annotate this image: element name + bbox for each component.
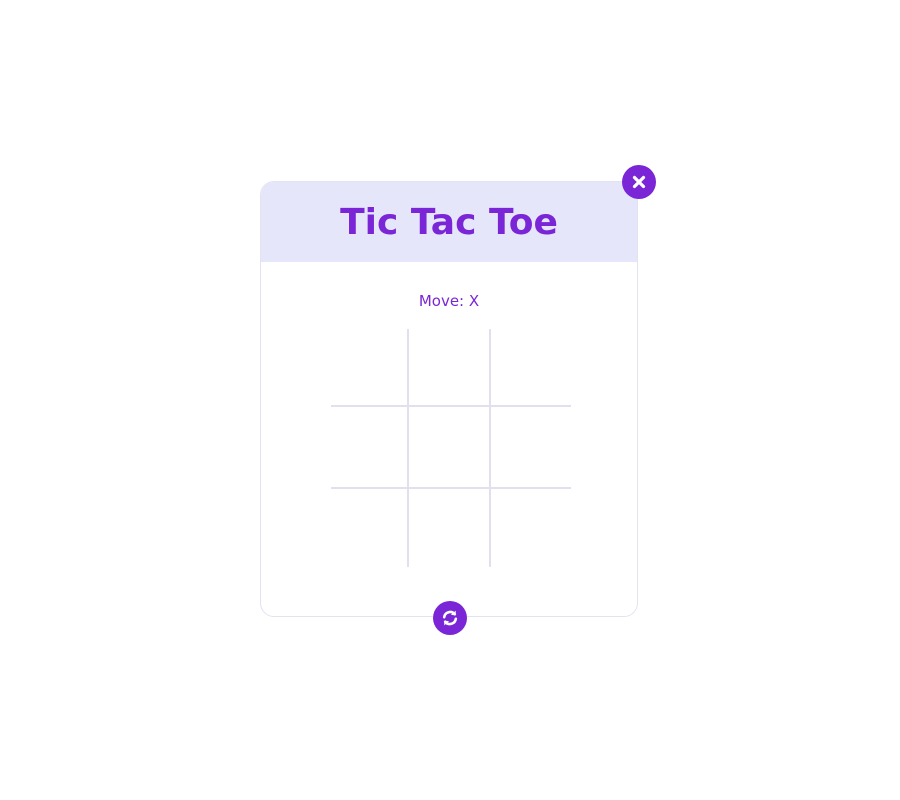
- close-icon: [631, 174, 647, 190]
- game-board: [331, 329, 571, 567]
- refresh-icon: [440, 608, 460, 628]
- board-cell-r2-c2[interactable]: [409, 407, 491, 489]
- board-cell-r1-c3[interactable]: [491, 329, 571, 407]
- game-stage: Tic Tac Toe Move: X: [0, 0, 900, 800]
- move-status: Move: X: [418, 292, 480, 310]
- board-cell-r1-c1[interactable]: [331, 329, 409, 407]
- board-cell-r1-c2[interactable]: [409, 329, 491, 407]
- card-header: Tic Tac Toe: [261, 182, 637, 262]
- board-cell-r2-c1[interactable]: [331, 407, 409, 489]
- board-cell-r3-c2[interactable]: [409, 489, 491, 567]
- board-cell-r2-c3[interactable]: [491, 407, 571, 489]
- board-cell-r3-c1[interactable]: [331, 489, 409, 567]
- game-card: Tic Tac Toe Move: X: [260, 181, 638, 617]
- board-cell-r3-c3[interactable]: [491, 489, 571, 567]
- restart-button[interactable]: [433, 601, 467, 635]
- close-button[interactable]: [622, 165, 656, 199]
- game-title: Tic Tac Toe: [340, 202, 558, 243]
